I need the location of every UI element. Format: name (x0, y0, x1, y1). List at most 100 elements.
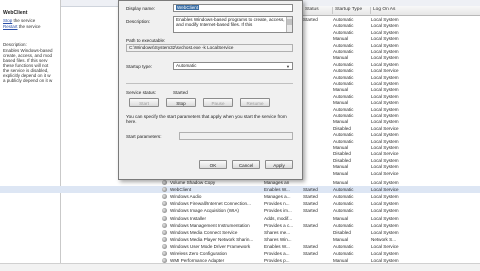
cell-name: Volume Shadow Copy (170, 180, 216, 185)
description-field[interactable]: Enables Windows-based programs to create… (173, 16, 293, 33)
cell-startup: Manual (333, 55, 349, 61)
table-row[interactable]: Windows Media Player Network Sharin... Sh… (0, 236, 480, 243)
cell-startup: Disabled (333, 125, 351, 131)
pause-button[interactable]: Pause (203, 98, 233, 107)
cell-desc: Provides n... (264, 201, 290, 207)
cell-startup: Automatic (333, 251, 354, 256)
service-status-value: Started (173, 90, 188, 95)
cell-startup: Manual (333, 100, 349, 106)
cell-logon: Local System (371, 164, 399, 170)
service-properties-dialog: Display name: WebClient Description: Ena… (118, 0, 303, 180)
cell-logon: Local System (371, 145, 399, 150)
table-row[interactable]: Windows Installer Adds, modif... Manual Loc… (0, 215, 480, 222)
column-log-on-as[interactable]: Log On As (370, 7, 413, 14)
cell-name: WebClient (170, 187, 192, 193)
cell-startup: Automatic (333, 42, 354, 48)
cell-name: Windows Audio (170, 194, 202, 200)
cell-startup: Disabled (333, 151, 351, 157)
cell-status: Started (303, 17, 318, 22)
cell-status: Started (303, 222, 318, 228)
cell-name: Windows Installer (170, 215, 206, 221)
cell-logon: Local Service (371, 68, 399, 74)
cell-desc: Manages an (264, 180, 290, 185)
start-params-field[interactable] (179, 132, 293, 140)
table-row[interactable]: Windows Management Instrumentation Provid… (0, 222, 480, 229)
cell-startup: Automatic (333, 187, 354, 193)
cell-logon: Local System (371, 49, 399, 54)
cell-logon: Local System (371, 132, 399, 138)
cell-startup: Disabled (333, 157, 351, 163)
cell-startup: Automatic (333, 49, 354, 54)
start-params-help-text: You can specify the start parameters tha… (126, 114, 287, 124)
cell-startup: Automatic (333, 113, 354, 118)
resume-button[interactable]: Resume (240, 98, 270, 107)
cancel-button[interactable]: Cancel (232, 160, 260, 169)
table-row[interactable]: Windows Audio Manages a... Started Automati… (0, 193, 480, 200)
table-row[interactable]: Windows Media Connect Service Shares me..… (0, 229, 480, 236)
cell-desc: Provides a... (264, 251, 290, 256)
cell-startup: Automatic (333, 68, 354, 74)
cell-startup: Automatic (333, 17, 354, 22)
table-row[interactable]: Windows User Mode Driver Framework Enable… (0, 243, 480, 250)
cell-logon: Local System (371, 74, 399, 80)
cell-startup: Manual (333, 164, 349, 170)
cell-desc: Adds, modif... (264, 215, 293, 221)
display-name-label: Display name: (126, 6, 156, 11)
cell-status: Started (303, 243, 318, 249)
cell-logon: Local System (371, 222, 399, 228)
apply-button[interactable]: Apply (265, 160, 293, 169)
cell-status: Started (303, 251, 318, 256)
cell-logon: Local System (371, 201, 399, 207)
service-gear-icon (162, 194, 167, 200)
startup-type-select[interactable]: Automatic ▼ (173, 62, 293, 70)
cell-name: Windows Firewall/Internet Connection... (170, 201, 251, 207)
cell-name: Windows User Mode Driver Framework (170, 243, 251, 249)
table-row[interactable]: Wireless Zero Configuration Provides a...… (0, 250, 480, 257)
column-startup-type[interactable]: Startup Type (332, 7, 369, 14)
cell-logon: Local System (371, 215, 399, 221)
cell-logon: Local System (371, 229, 399, 235)
table-row[interactable]: Windows Image Acquisition (WIA) Provides … (0, 207, 480, 214)
table-row[interactable]: Windows Firewall/Internet Connection... P… (0, 200, 480, 207)
cell-startup: Automatic (333, 81, 354, 86)
ok-button[interactable]: OK (199, 160, 227, 169)
cell-logon: Local System (371, 138, 399, 144)
cell-name: Wireless Zero Configuration (170, 251, 227, 256)
cell-logon: Local System (371, 157, 399, 163)
cell-logon: Local System (371, 194, 399, 200)
stop-button[interactable]: Stop (166, 98, 196, 107)
description-scrollbar[interactable] (286, 17, 292, 32)
cell-logon: Local System (371, 17, 399, 22)
cell-startup: Automatic (333, 106, 354, 112)
display-name-field[interactable]: WebClient (173, 4, 293, 12)
divider (126, 83, 293, 84)
startup-type-label: Startup type: (126, 64, 153, 69)
cell-logon: Local System (371, 29, 399, 35)
column-status[interactable]: Status (302, 7, 331, 14)
cell-startup: Automatic (333, 93, 354, 99)
cell-startup: Automatic (333, 29, 354, 35)
cell-startup: Automatic (333, 132, 354, 138)
column-header: Status Startup Type Log On As (300, 6, 480, 16)
cell-startup: Manual (333, 180, 349, 185)
cell-logon: Local System (371, 36, 399, 42)
service-gear-icon (162, 236, 167, 242)
table-row[interactable]: Volume Shadow Copy Manages an Manual Local … (0, 179, 480, 186)
cell-status: Started (303, 208, 318, 214)
cell-logon: Local System (371, 113, 399, 118)
start-params-label: Start parameters: (126, 134, 162, 139)
cell-logon: Local System (371, 61, 399, 67)
cell-desc: Shares me... (264, 229, 291, 235)
start-button[interactable]: Start (129, 98, 159, 107)
service-gear-icon (162, 229, 167, 235)
cell-startup: Manual (333, 87, 349, 93)
cell-logon: Network S... (371, 236, 397, 242)
cell-logon: Local System (371, 251, 399, 256)
table-row[interactable]: WebClient Enables W... Started Automatic Loc… (0, 186, 480, 194)
cell-logon: Local System (371, 42, 399, 48)
cell-startup: Manual (333, 170, 349, 176)
cell-logon: Local Service (371, 151, 399, 157)
cell-logon: Local System (371, 119, 399, 125)
cell-logon: Local System (371, 55, 399, 61)
cell-logon: Local System (371, 23, 399, 29)
